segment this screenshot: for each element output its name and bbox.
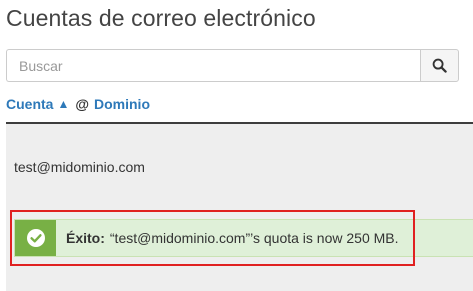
search-input[interactable]	[6, 49, 420, 82]
search-button[interactable]	[420, 49, 459, 82]
sort-by-account-link[interactable]: Cuenta	[6, 96, 53, 112]
sort-by-domain-link[interactable]: Dominio	[94, 96, 150, 112]
page-title: Cuentas de correo electrónico	[6, 5, 316, 31]
email-account-cell: test@midominio.com	[14, 159, 145, 175]
search-bar	[6, 49, 459, 82]
sort-ascending-icon: ▲	[57, 97, 70, 111]
sort-separator: @	[75, 96, 89, 112]
highlight-annotation-box	[10, 210, 415, 266]
search-icon	[432, 58, 447, 73]
table-sort-header: Cuenta ▲ @ Dominio	[6, 96, 150, 112]
